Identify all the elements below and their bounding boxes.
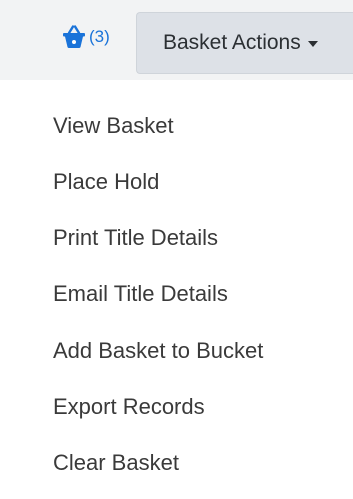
basket-link[interactable]: (3) — [60, 22, 110, 52]
basket-actions-label: Basket Actions — [163, 31, 301, 54]
basket-actions-button[interactable]: Basket Actions — [136, 12, 353, 74]
menu-item-add-basket-to-bucket[interactable]: Add Basket to Bucket — [53, 331, 263, 371]
basket-toolbar: (3) Basket Actions — [0, 0, 353, 80]
menu-item-print-title-details[interactable]: Print Title Details — [53, 218, 218, 258]
menu-item-email-title-details[interactable]: Email Title Details — [53, 274, 228, 314]
menu-item-place-hold[interactable]: Place Hold — [53, 162, 159, 202]
basket-actions-menu: View Basket Place Hold Print Title Detai… — [0, 80, 353, 499]
menu-item-view-basket[interactable]: View Basket — [53, 106, 174, 146]
caret-down-icon — [307, 41, 318, 47]
menu-item-export-records[interactable]: Export Records — [53, 387, 205, 427]
menu-item-clear-basket[interactable]: Clear Basket — [53, 443, 179, 483]
basket-icon — [60, 24, 88, 50]
basket-count: (3) — [89, 27, 110, 46]
